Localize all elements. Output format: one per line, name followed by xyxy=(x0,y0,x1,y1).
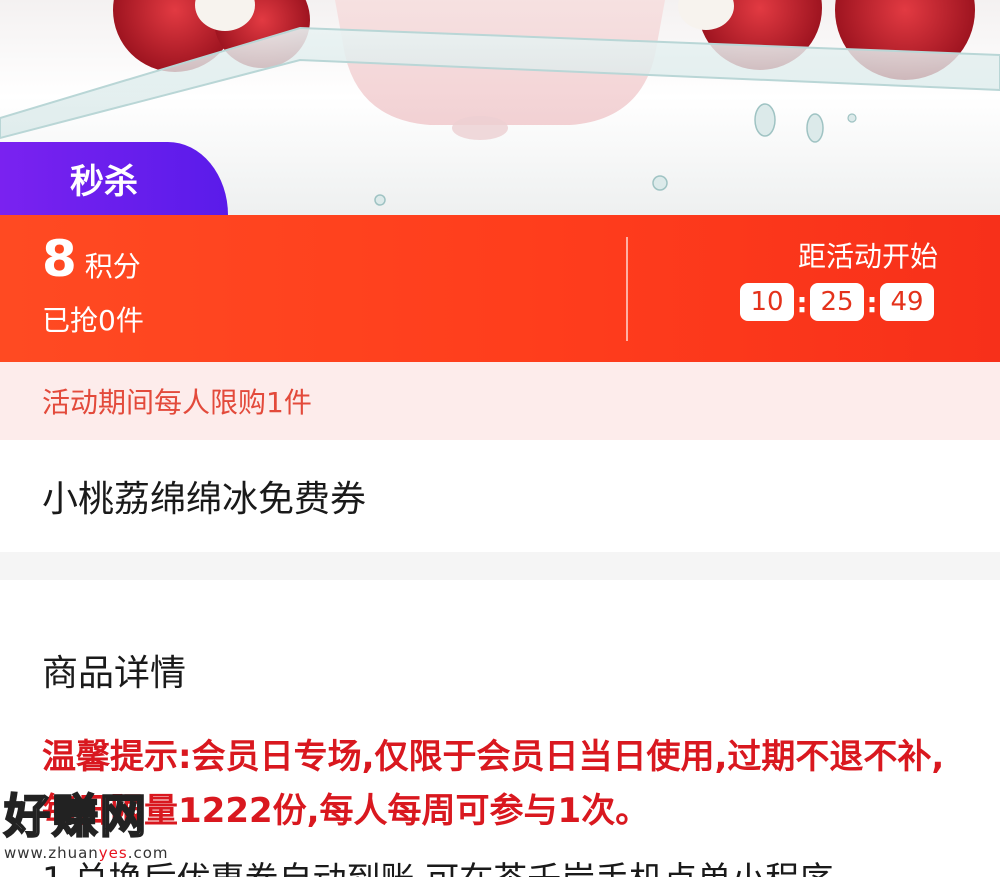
purchase-limit-text: 活动期间每人限购1件 xyxy=(42,386,312,419)
seckill-badge: 秒杀 xyxy=(0,142,228,215)
watermark-url-prefix: www.zhuan xyxy=(4,844,99,862)
countdown-timer: 10 : 25 : 49 xyxy=(740,283,934,321)
points-unit: 积分 xyxy=(84,250,141,283)
watermark-logo: 好赚网 www.zhuanyes.com xyxy=(3,789,194,870)
watermark-url-suffix: .com xyxy=(127,844,169,862)
watermark-url-highlight: yes xyxy=(98,844,128,862)
countdown-minutes: 25 xyxy=(810,283,864,321)
watermark-url: www.zhuanyes.com xyxy=(4,844,194,862)
product-title: 小桃荔绵绵冰免费券 xyxy=(42,479,367,520)
countdown-hours: 10 xyxy=(740,283,794,321)
countdown-title: 距活动开始 xyxy=(797,240,938,273)
price-bar: 8 积分 已抢0件 距活动开始 10 : 25 : 49 xyxy=(0,215,1000,362)
product-title-card: 小桃荔绵绵冰免费券 xyxy=(0,440,1000,552)
product-hero-image: 秒杀 xyxy=(0,0,1000,215)
countdown-separator: : xyxy=(866,285,878,319)
countdown-seconds: 49 xyxy=(880,283,934,321)
price-divider xyxy=(626,237,628,341)
watermark-brand: 好赚网 xyxy=(3,789,148,843)
points-value: 8 xyxy=(42,230,77,288)
points-price: 8 积分 xyxy=(42,233,141,285)
details-heading: 商品详情 xyxy=(42,653,187,694)
section-divider xyxy=(0,552,1000,580)
seckill-label: 秒杀 xyxy=(70,162,138,202)
sold-count: 已抢0件 xyxy=(42,304,144,337)
purchase-limit-notice: 活动期间每人限购1件 xyxy=(0,362,1000,440)
countdown-separator: : xyxy=(796,285,808,319)
